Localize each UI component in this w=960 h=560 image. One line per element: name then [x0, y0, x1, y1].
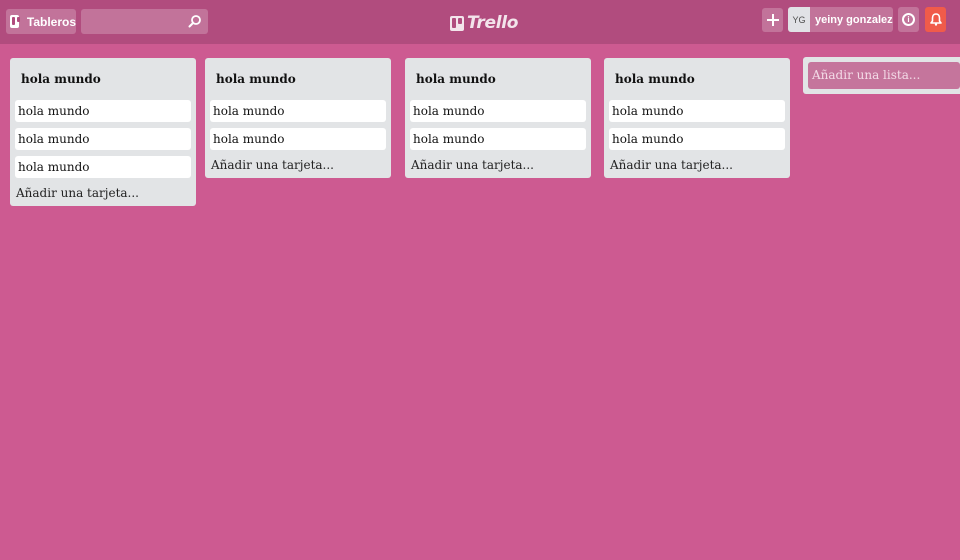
notifications-button[interactable] — [925, 7, 946, 32]
list-card[interactable]: hola mundo — [410, 128, 586, 150]
bell-icon — [929, 13, 942, 26]
info-button[interactable]: i — [898, 7, 919, 32]
add-card-link[interactable]: Añadir una tarjeta... — [405, 156, 591, 178]
search-icon[interactable] — [188, 14, 202, 28]
list: hola mundo hola mundo hola mundo Añadir … — [205, 58, 391, 178]
boards-button[interactable]: Tableros — [6, 9, 76, 34]
add-button[interactable] — [762, 8, 783, 32]
list-card[interactable]: hola mundo — [210, 128, 386, 150]
info-icon: i — [902, 13, 915, 26]
list-card[interactable]: hola mundo — [609, 100, 785, 122]
add-card-link[interactable]: Añadir una tarjeta... — [10, 184, 196, 206]
list: hola mundo hola mundo hola mundo Añadir … — [604, 58, 790, 178]
list-card[interactable]: hola mundo — [609, 128, 785, 150]
list-card[interactable]: hola mundo — [210, 100, 386, 122]
add-card-link[interactable]: Añadir una tarjeta... — [205, 156, 391, 178]
add-list-button[interactable]: Añadir una lista... — [808, 62, 960, 89]
list-card[interactable]: hola mundo — [15, 100, 191, 122]
trello-logo-icon — [450, 15, 464, 31]
search-box[interactable] — [81, 9, 208, 34]
list-title[interactable]: hola mundo — [205, 58, 391, 100]
trello-logo-text: Trello — [467, 13, 519, 33]
list-card[interactable]: hola mundo — [410, 100, 586, 122]
member-name: yeiny gonzalez — [815, 13, 893, 26]
header: Tableros Trello YG yeiny gonzalez i — [0, 0, 960, 44]
list-title[interactable]: hola mundo — [10, 58, 196, 100]
list: hola mundo hola mundo hola mundo Añadir … — [405, 58, 591, 178]
member-menu-button[interactable]: YG yeiny gonzalez — [788, 7, 893, 32]
boards-icon — [10, 15, 20, 28]
list: hola mundo hola mundo hola mundo hola mu… — [10, 58, 196, 206]
list-title[interactable]: hola mundo — [405, 58, 591, 100]
add-card-link[interactable]: Añadir una tarjeta... — [604, 156, 790, 178]
boards-label: Tableros — [26, 14, 76, 29]
avatar: YG — [788, 7, 810, 32]
plus-icon — [766, 14, 779, 26]
add-list-panel: Añadir una lista... — [803, 57, 960, 94]
list-card[interactable]: hola mundo — [15, 128, 191, 150]
trello-logo[interactable]: Trello — [450, 12, 518, 34]
list-title[interactable]: hola mundo — [604, 58, 790, 100]
list-card[interactable]: hola mundo — [15, 156, 191, 178]
